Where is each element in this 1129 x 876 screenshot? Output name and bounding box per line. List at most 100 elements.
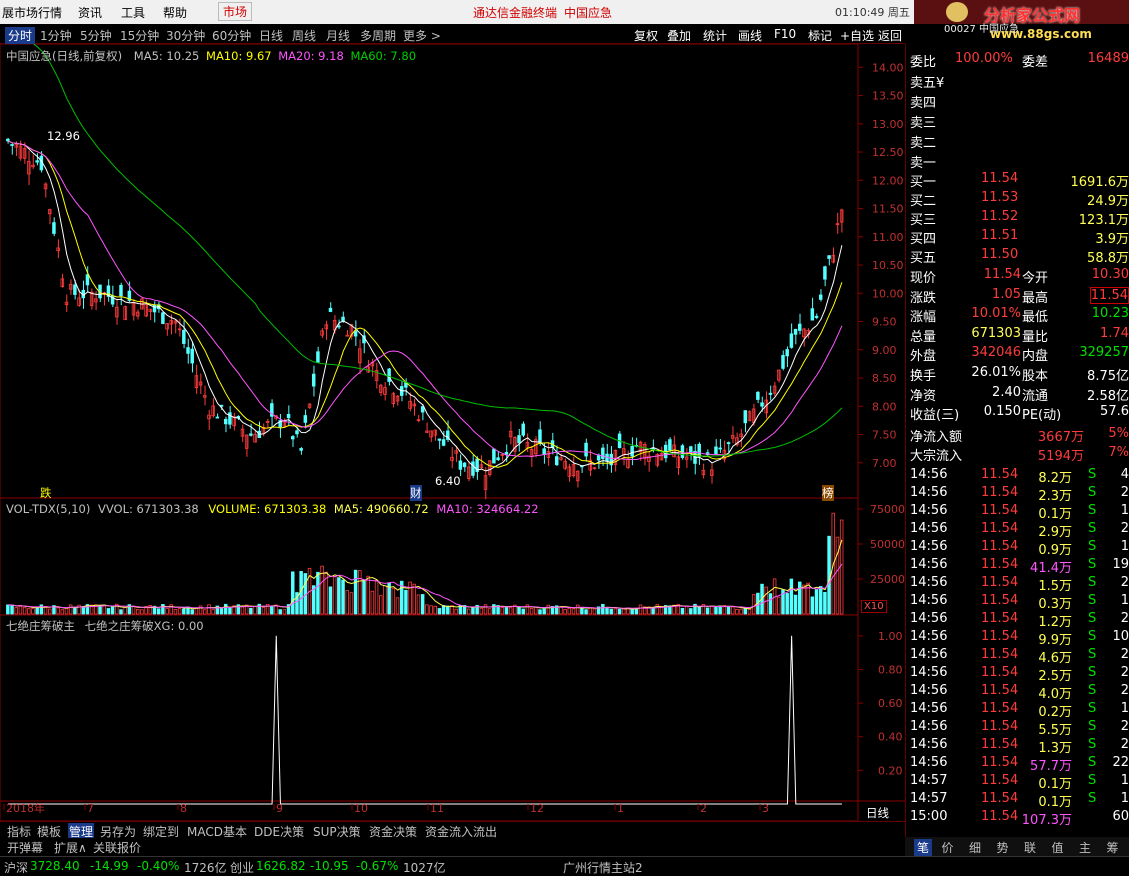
tick-count: 1 <box>1121 593 1129 608</box>
panel-tab-5[interactable]: 值 <box>1052 839 1064 856</box>
tab-more[interactable]: 更多 > <box>403 27 441 44</box>
ytick-label: 13.00 <box>872 118 904 131</box>
tab-weekly[interactable]: 周线 <box>292 27 316 44</box>
flow-label: 大宗流入 <box>910 445 962 464</box>
sell-label: 卖一 <box>910 152 936 171</box>
marker-bang[interactable]: 榜 <box>822 485 834 501</box>
cy-amount: 1027亿 <box>403 859 446 876</box>
back-button[interactable]: 返回 <box>878 27 902 44</box>
vol-legend-vvol: VVOL: 671303.38 <box>98 502 199 516</box>
quote-label: 外盘 <box>910 345 936 364</box>
candle-body <box>354 331 357 336</box>
volume-bar <box>484 605 487 614</box>
vol-legend-ma5: MA5: 490660.72 <box>334 502 429 516</box>
tick-side: S <box>1088 701 1096 716</box>
volume-bar <box>48 609 51 614</box>
volume-bar <box>379 596 382 614</box>
panel-tab-6[interactable]: 主 <box>1079 839 1091 856</box>
quote-value2: 57.6 <box>1100 404 1129 419</box>
tick-count: 2 <box>1121 737 1129 752</box>
tick-count: 1 <box>1121 539 1129 554</box>
tab-monthly[interactable]: 月线 <box>326 27 350 44</box>
volume-bar <box>518 607 521 614</box>
marker-cai[interactable]: 财 <box>410 485 422 501</box>
server-name[interactable]: 广州行情主站2 <box>563 859 643 876</box>
marker-die[interactable]: 跌 <box>40 485 52 501</box>
tick-volume: 2.9万 <box>1038 521 1072 540</box>
danmaku-button[interactable]: 开弹幕 <box>7 839 43 856</box>
f10-button[interactable]: F10 <box>774 27 796 41</box>
overlay-button[interactable]: 叠加 <box>667 27 691 44</box>
tab-multi[interactable]: 多周期 <box>360 27 396 44</box>
period-toolbar: 分时 1分钟 5分钟 15分钟 30分钟 60分钟 日线 周线 月线 多周期 更… <box>0 24 905 44</box>
candle-body <box>824 267 827 279</box>
stats-button[interactable]: 统计 <box>703 27 727 44</box>
tick-side: S <box>1088 665 1096 680</box>
candle-body <box>300 448 303 450</box>
axis-mode[interactable]: 日线 <box>866 805 889 821</box>
tick-time: 14:56 <box>910 665 947 680</box>
market-button[interactable]: 市场 <box>218 2 252 21</box>
kline-chart-area[interactable]: 14.0013.5013.0012.5012.0011.5011.0010.50… <box>0 44 905 821</box>
tick-count: 2 <box>1121 665 1129 680</box>
buy-label: 买二 <box>910 190 936 209</box>
high-annotation: 12.96 <box>47 129 80 143</box>
menubar: 展市场行情 资讯 工具 帮助 市场 通达信金融终端 中国应急 01:10:49 … <box>0 0 1129 24</box>
buy-volume: 24.9万 <box>1087 190 1129 209</box>
diamond-icon[interactable]: ◇ <box>812 28 820 41</box>
volume-bar <box>65 608 68 614</box>
flow-value: 3667万 <box>1038 426 1084 445</box>
candle-body <box>597 456 600 460</box>
menu-help[interactable]: 帮助 <box>163 4 187 21</box>
tab-daily[interactable]: 日线 <box>259 27 283 44</box>
expand-button[interactable]: 扩展∧ <box>54 839 87 856</box>
fuquan-button[interactable]: 复权 <box>634 27 658 44</box>
volume-bar <box>384 586 387 614</box>
buy-price: 11.51 <box>981 228 1018 243</box>
panel-tab-7[interactable]: 筹 <box>1107 839 1119 856</box>
panel-tab-3[interactable]: 势 <box>997 839 1009 856</box>
quote-label2: 股本 <box>1022 365 1048 384</box>
volume-bar <box>32 609 35 614</box>
quote-value: 10.01% <box>971 306 1021 321</box>
buy-price: 11.54 <box>981 171 1018 186</box>
panel-tab-0[interactable]: 笔 <box>914 839 932 856</box>
menu-info[interactable]: 资讯 <box>78 4 102 21</box>
panel-tab-4[interactable]: 联 <box>1024 839 1036 856</box>
add-watchlist-button[interactable]: +自选 <box>840 27 874 44</box>
tab-1min[interactable]: 1分钟 <box>40 27 72 44</box>
tab-60min[interactable]: 60分钟 <box>212 27 251 44</box>
main-legend: 中国应急(日线,前复权) MA5: 10.25 MA10: 9.67 MA20:… <box>6 48 416 64</box>
ma60-line <box>8 44 842 456</box>
tick-side: S <box>1088 611 1096 626</box>
cy-pct: -0.67% <box>356 859 398 873</box>
tick-count: 2 <box>1121 683 1129 698</box>
ytick-label: 12.50 <box>872 146 904 159</box>
volume-bar <box>685 606 688 614</box>
volume-bar <box>777 597 780 614</box>
volume-bar <box>455 609 458 614</box>
volume-bar <box>526 605 529 614</box>
sell-row: 卖一 <box>910 152 1129 170</box>
menu-tools[interactable]: 工具 <box>121 4 145 21</box>
volume-bar <box>501 608 504 614</box>
panel-tab-1[interactable]: 价 <box>942 839 954 856</box>
draw-button[interactable]: 画线 <box>738 27 762 44</box>
tab-15min[interactable]: 15分钟 <box>120 27 159 44</box>
volume-bar <box>417 595 420 614</box>
menu-market[interactable]: 展市场行情 <box>2 4 62 21</box>
volume-bar <box>262 607 265 614</box>
tick-row: 14:5611.5457.7万S22 <box>910 755 1129 773</box>
tab-5min[interactable]: 5分钟 <box>80 27 112 44</box>
tick-side: S <box>1088 575 1096 590</box>
sell-label: 卖五¥ <box>910 72 944 91</box>
tick-price: 11.54 <box>981 719 1018 734</box>
xtick-label: 2 <box>700 802 707 815</box>
tab-fenshi[interactable]: 分时 <box>5 27 35 44</box>
panel-tab-2[interactable]: 细 <box>969 839 981 856</box>
tick-time: 14:56 <box>910 683 947 698</box>
tab-30min[interactable]: 30分钟 <box>166 27 205 44</box>
candle-body <box>518 436 521 443</box>
buy-label: 买四 <box>910 228 936 247</box>
related-quote-button[interactable]: 关联报价 <box>93 839 141 856</box>
